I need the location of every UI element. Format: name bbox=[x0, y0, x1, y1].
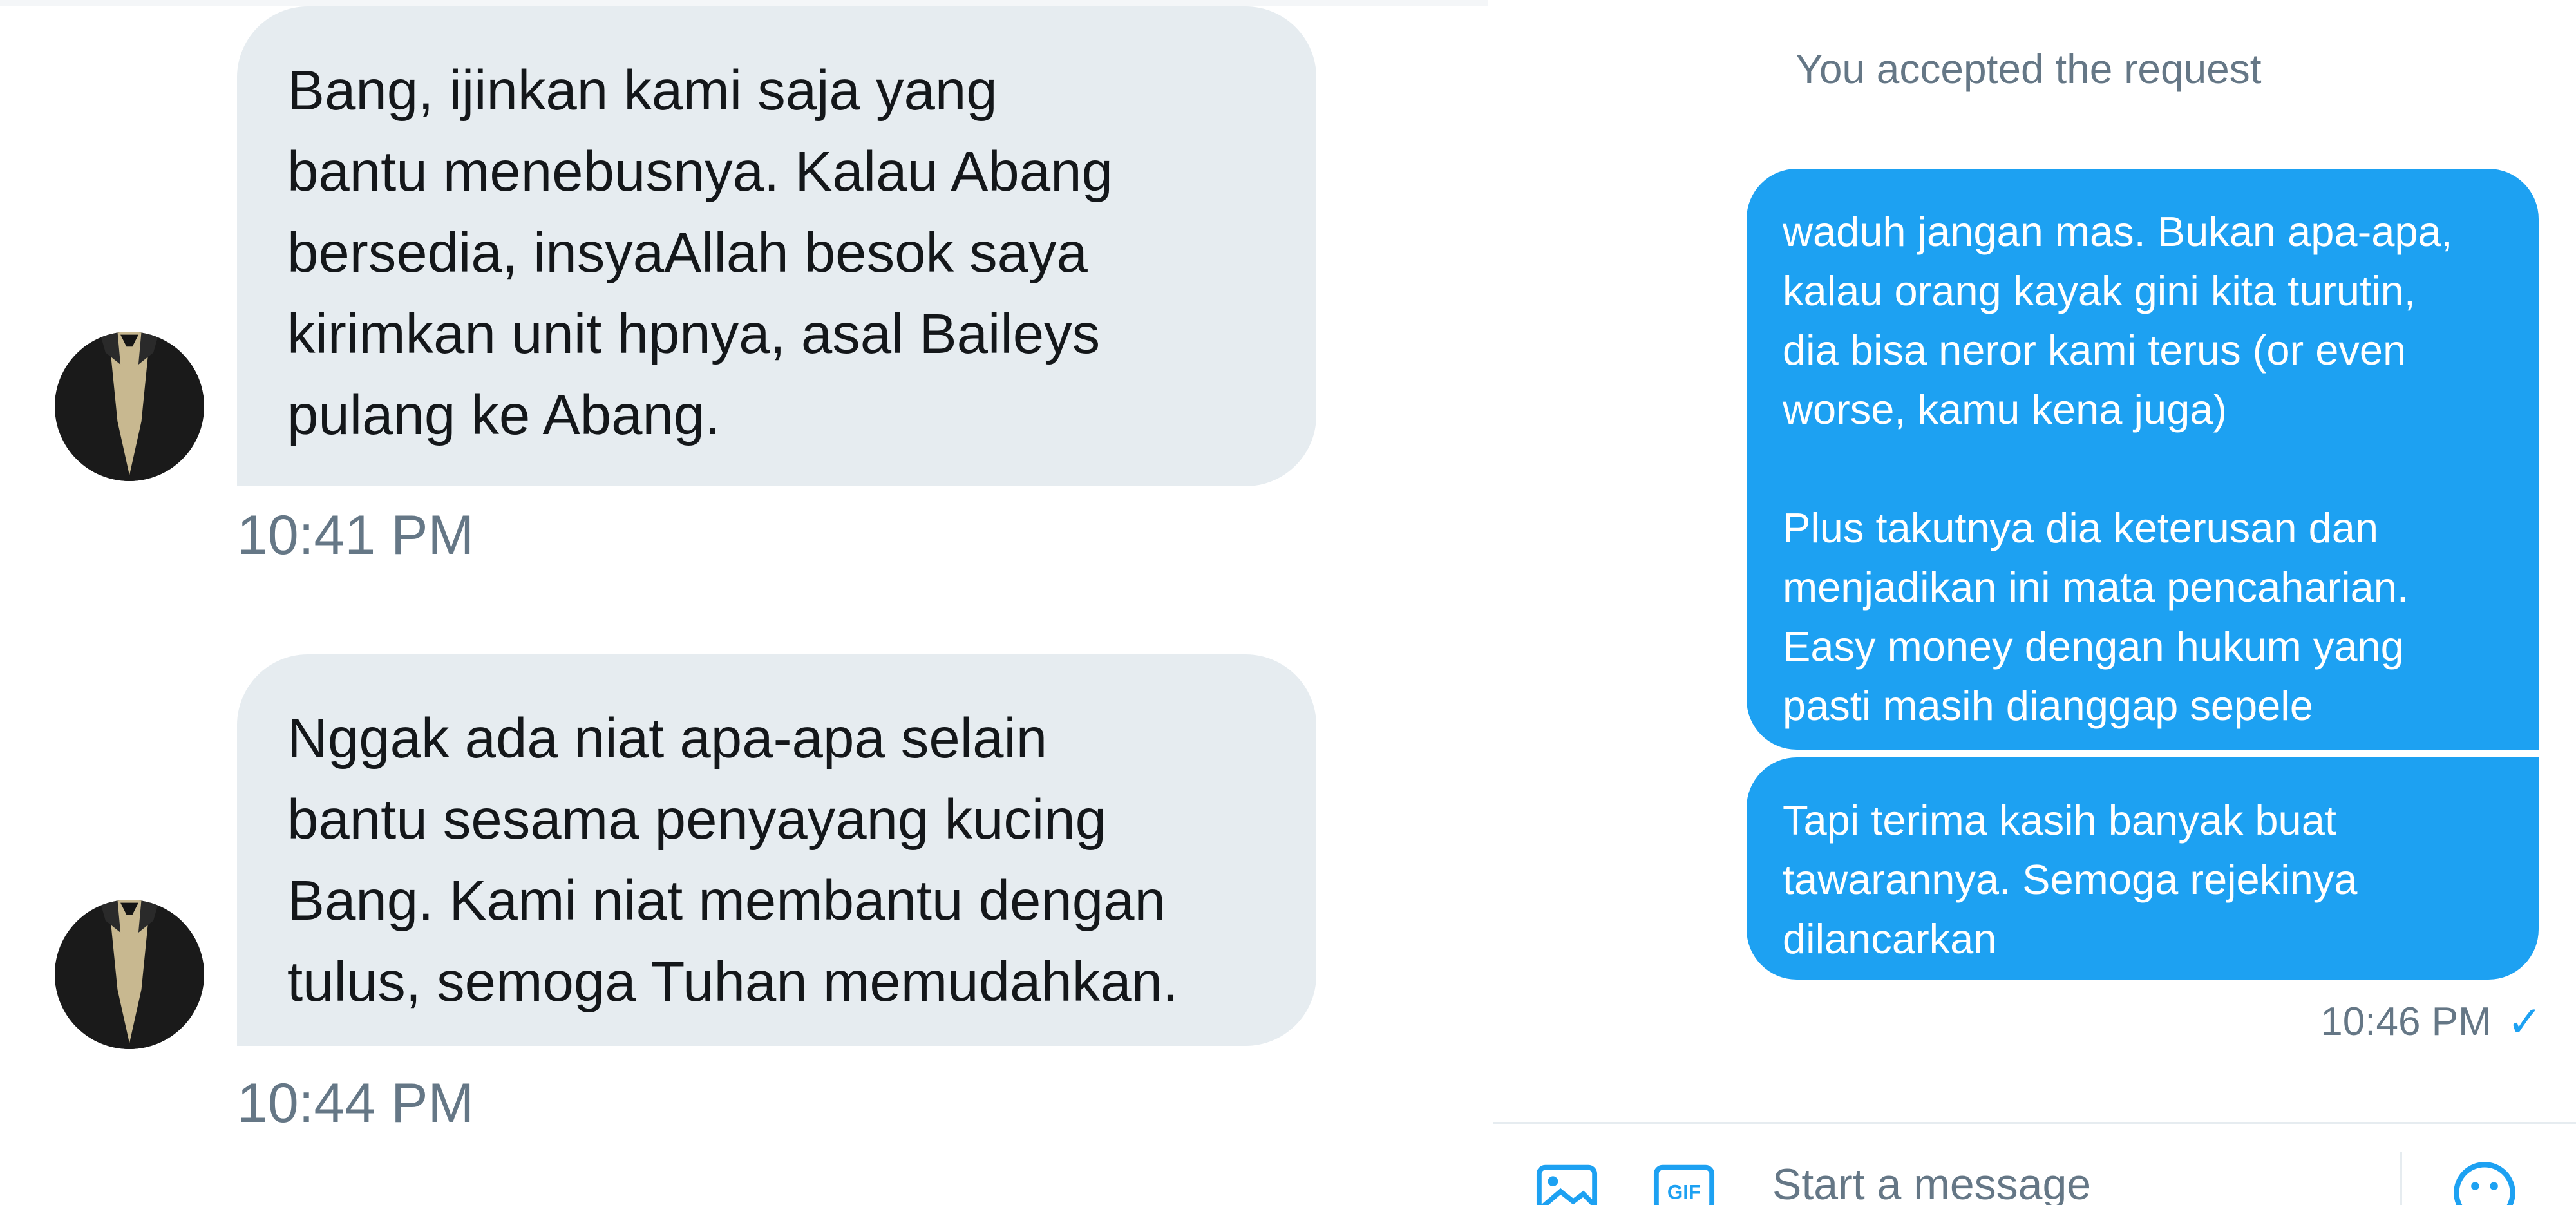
message-timestamp: 10:41 PM bbox=[237, 504, 475, 566]
top-divider bbox=[0, 0, 1488, 6]
message-line: pasti masih dianggap sepele bbox=[1783, 682, 2313, 729]
message-line: Nggak ada niat apa-apa selain bbox=[287, 707, 1048, 770]
message-line: bantu sesama penyayang kucing bbox=[287, 788, 1107, 851]
message-line: menjadikan ini mata pencaharian. bbox=[1783, 564, 2409, 611]
message-line: Tapi terima kasih banyak buat bbox=[1783, 797, 2336, 844]
composer-divider bbox=[1493, 1122, 2576, 1124]
message-line: bersedia, insyaAllah besok saya bbox=[287, 222, 1088, 284]
message-line: kirimkan unit hpnya, asal Baileys bbox=[287, 303, 1101, 365]
read-check-icon: ✓ bbox=[2506, 998, 2543, 1045]
gif-button[interactable]: GIF bbox=[1653, 1163, 1716, 1205]
media-button[interactable] bbox=[1535, 1163, 1598, 1205]
gif-label: GIF bbox=[1667, 1181, 1701, 1204]
message-timestamp: 10:44 PM bbox=[237, 1072, 475, 1134]
message-line: Plus takutnya dia keterusan dan bbox=[1783, 504, 2379, 551]
message-timestamp: 10:46 PM bbox=[2320, 1000, 2492, 1044]
message-line: pulang ke Abang. bbox=[287, 384, 721, 446]
emoji-icon bbox=[2454, 1162, 2515, 1205]
composer-separator bbox=[2400, 1152, 2402, 1205]
message-line: bantu menebusnya. Kalau Abang bbox=[287, 140, 1113, 203]
sender-avatar[interactable] bbox=[55, 332, 204, 481]
tuxedo-avatar-icon bbox=[55, 900, 204, 1049]
emoji-button[interactable] bbox=[2451, 1159, 2518, 1205]
gif-icon: GIF bbox=[1653, 1164, 1715, 1205]
message-line: kalau orang kayak gini kita turutin, bbox=[1783, 267, 2416, 314]
message-line: tulus, semoga Tuhan memudahkan. bbox=[287, 951, 1179, 1013]
message-line: dia bisa neror kami terus (or even bbox=[1783, 327, 2407, 374]
incoming-conversation-panel: Bang, ijinkan kami saja yang bantu meneb… bbox=[0, 0, 1488, 1205]
outgoing-message-bubble[interactable]: waduh jangan mas. Bukan apa-apa, kalau o… bbox=[1747, 169, 2539, 750]
message-meta: 10:46 PM ✓ bbox=[2320, 997, 2543, 1047]
message-line: Bang, ijinkan kami saja yang bbox=[287, 59, 998, 122]
incoming-message-bubble[interactable]: Bang, ijinkan kami saja yang bantu meneb… bbox=[237, 6, 1316, 486]
message-line: worse, kamu kena juga) bbox=[1783, 386, 2228, 433]
outgoing-conversation-panel: You accepted the request waduh jangan ma… bbox=[1493, 0, 2576, 1205]
message-line: Easy money dengan hukum yang bbox=[1783, 623, 2404, 670]
message-line: waduh jangan mas. Bukan apa-apa, bbox=[1783, 208, 2453, 255]
sender-avatar[interactable] bbox=[55, 900, 204, 1049]
request-accepted-note: You accepted the request bbox=[1795, 46, 2262, 92]
message-line: dilancarkan bbox=[1783, 915, 1997, 962]
outgoing-message-bubble[interactable]: Tapi terima kasih banyak buat tawarannya… bbox=[1747, 757, 2539, 980]
message-input[interactable]: Start a message bbox=[1772, 1159, 2091, 1205]
tuxedo-avatar-icon bbox=[55, 332, 204, 481]
incoming-message-bubble[interactable]: Nggak ada niat apa-apa selain bantu sesa… bbox=[237, 654, 1316, 1046]
media-icon bbox=[1536, 1164, 1598, 1205]
message-line: Bang. Kami niat membantu dengan bbox=[287, 869, 1166, 932]
message-line: tawarannya. Semoga rejekinya bbox=[1783, 856, 2358, 903]
